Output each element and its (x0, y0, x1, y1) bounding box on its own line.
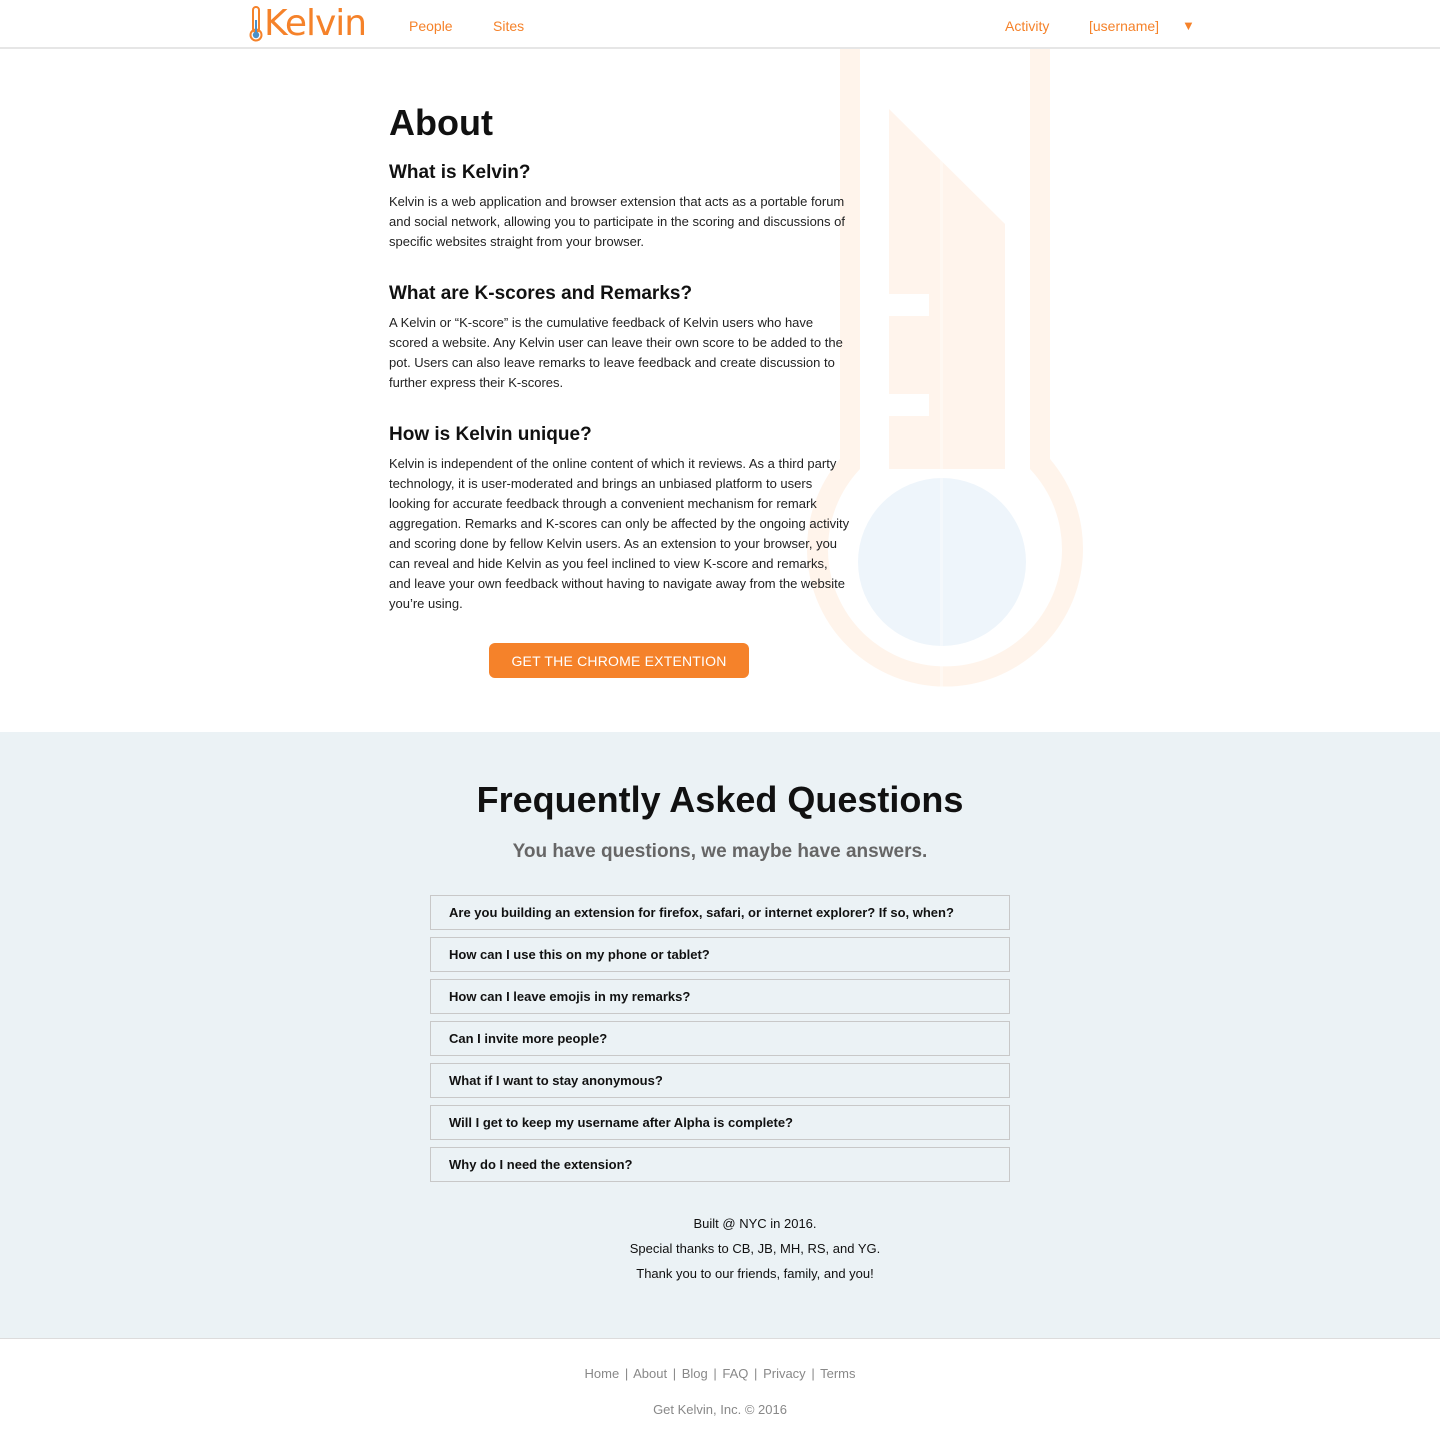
credit-built-line: Built @ NYC in 2016. (693, 1216, 817, 1231)
footer-link-terms[interactable]: Terms (820, 1366, 855, 1381)
brand-logo[interactable]: Kelvin (249, 3, 367, 44)
footer: Home | About | Blog | FAQ | Privacy | Te… (0, 1338, 1440, 1439)
thermometer-icon (249, 6, 263, 42)
faq-item[interactable]: Are you building an extension for firefo… (430, 895, 1010, 930)
footer-link-blog[interactable]: Blog (682, 1366, 708, 1381)
faq-item[interactable]: How can I leave emojis in my remarks? (430, 979, 1010, 1014)
nav-link-sites[interactable]: Sites (493, 17, 524, 35)
faq-subtitle: You have questions, we maybe have answer… (512, 841, 928, 862)
section-heading-k-scores: What are K-scores and Remarks? (389, 283, 693, 304)
footer-links: Home | About | Blog | FAQ | Privacy | Te… (0, 1365, 1440, 1383)
section-body-k-scores: A Kelvin or “K-score” is the cumulative … (389, 315, 843, 390)
credit-thanks-line: Special thanks to CB, JB, MH, RS, and YG… (629, 1241, 881, 1256)
faq-title: Frequently Asked Questions (476, 779, 964, 820)
get-chrome-extension-button[interactable]: GET THE CHROME EXTENTION (489, 643, 749, 678)
footer-link-home[interactable]: Home (585, 1366, 620, 1381)
chevron-down-icon[interactable]: ▼ (1182, 17, 1195, 35)
section-body-unique: Kelvin is independent of the online cont… (389, 456, 850, 611)
faq-item[interactable]: Can I invite more people? (430, 1021, 1010, 1056)
section-body-what-is-kelvin: Kelvin is a web application and browser … (389, 194, 845, 249)
footer-link-privacy[interactable]: Privacy (763, 1366, 806, 1381)
section-heading-what-is-kelvin: What is Kelvin? (389, 162, 531, 183)
faq-item[interactable]: Will I get to keep my username after Alp… (430, 1105, 1010, 1140)
about-section: About What is Kelvin? Kelvin is a web ap… (0, 49, 1440, 732)
faq-item[interactable]: How can I use this on my phone or tablet… (430, 937, 1010, 972)
section-heading-unique: How is Kelvin unique? (389, 424, 592, 445)
footer-separator: | (754, 1366, 758, 1381)
credit-friends-line: Thank you to our friends, family, and yo… (636, 1266, 874, 1281)
nav-link-people[interactable]: People (409, 17, 453, 35)
page-title: About (389, 102, 493, 143)
footer-separator: | (672, 1366, 677, 1381)
copyright: Get Kelvin, Inc. © 2016 (653, 1402, 787, 1417)
nav-link-activity[interactable]: Activity (1005, 17, 1049, 35)
faq-item[interactable]: What if I want to stay anonymous? (430, 1063, 1010, 1098)
top-nav-bar: Kelvin People Sites Activity [username] … (0, 0, 1440, 49)
footer-link-faq[interactable]: FAQ (722, 1366, 748, 1381)
footer-link-about[interactable]: About (633, 1366, 667, 1381)
faq-item[interactable]: Why do I need the extension? (430, 1147, 1010, 1182)
footer-separator: | (811, 1366, 815, 1381)
footer-separator: | (713, 1366, 717, 1381)
faq-section: Frequently Asked Questions You have ques… (0, 732, 1440, 1338)
nav-link-username[interactable]: [username] (1089, 17, 1159, 35)
brand-name: Kelvin (264, 3, 367, 44)
footer-separator: | (624, 1366, 629, 1381)
